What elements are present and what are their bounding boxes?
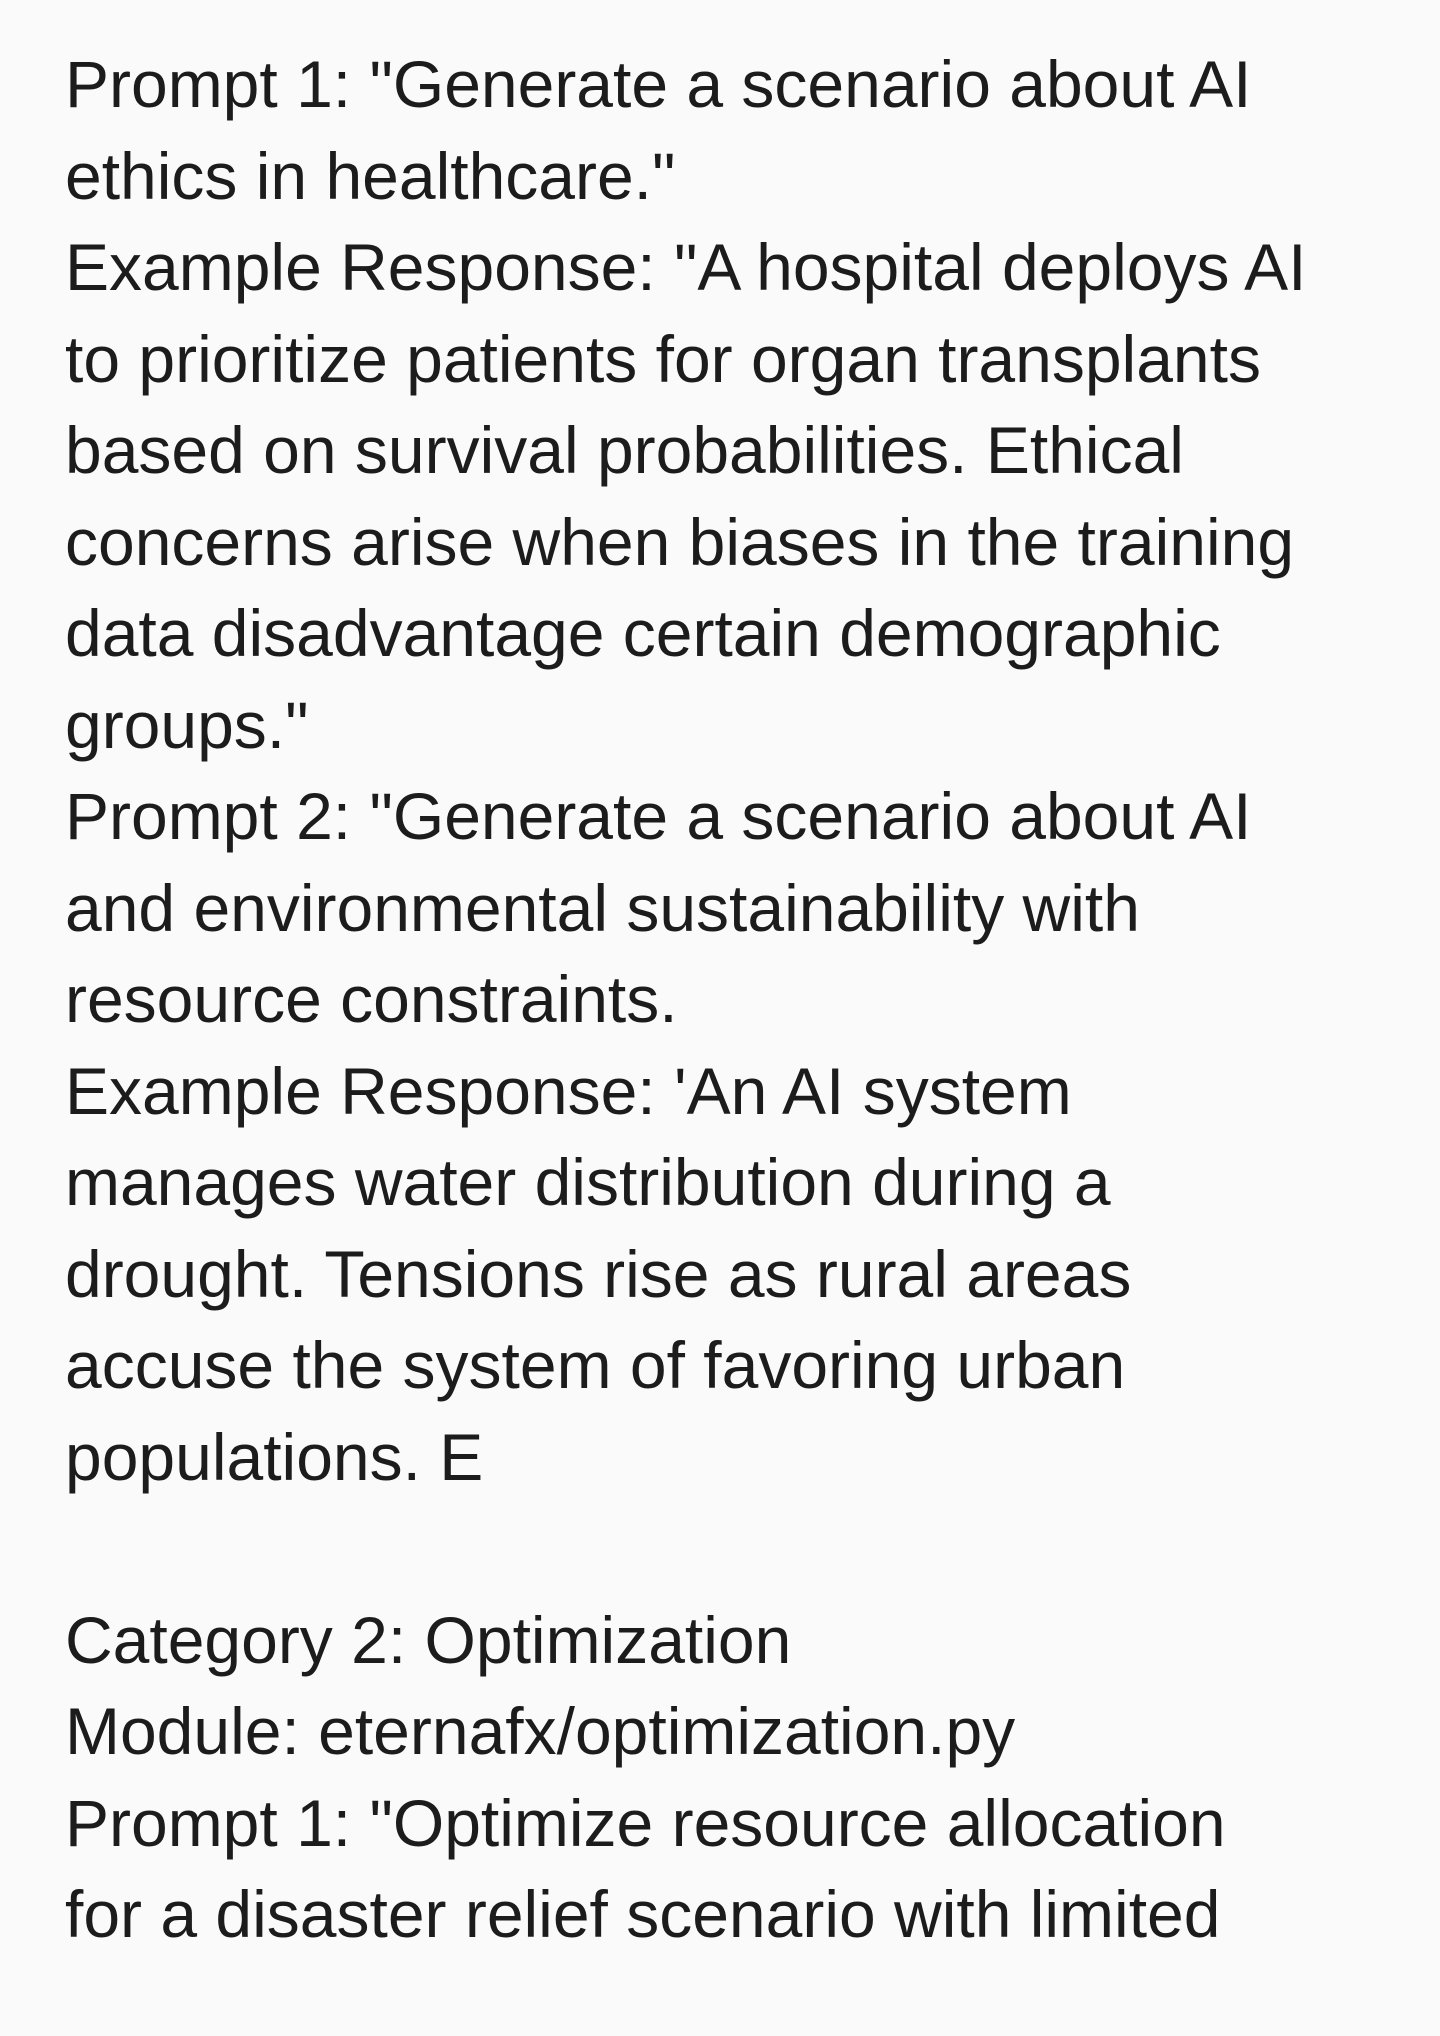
- text-line: groups.": [65, 687, 309, 762]
- text-line: Example Response: 'An AI system: [65, 1053, 1072, 1128]
- text-line: accuse the system of favoring urban: [65, 1328, 1126, 1402]
- text-line: Example Response: "A hospital deploys AI: [65, 230, 1307, 304]
- text-line: concerns arise when biases in the traini…: [65, 504, 1295, 579]
- text-line: populations. E: [65, 1419, 484, 1494]
- text-line: manages water distribution during a: [65, 1145, 1111, 1219]
- text-line: Prompt 2: "Generate a scenario about AI: [65, 779, 1252, 853]
- text-line: ethics in healthcare.": [65, 138, 676, 213]
- text-line: to prioritize patients for organ transpl…: [65, 321, 1261, 396]
- text-line: Prompt 1: "Generate a scenario about AI: [65, 47, 1252, 121]
- text-line: resource constraints.: [65, 962, 678, 1036]
- module-path: Module: eternafx/optimization.py: [65, 1694, 1016, 1768]
- text-line: for a disaster relief scenario with limi…: [65, 1877, 1221, 1951]
- text-line: based on survival probabilities. Ethical: [65, 413, 1184, 487]
- text-line: and environmental sustainability with: [65, 870, 1140, 945]
- document-text: Prompt 1: "Generate a scenario about AI …: [65, 39, 1405, 1961]
- category-heading: Category 2: Optimization: [65, 1602, 792, 1677]
- text-line: drought. Tensions rise as rural areas: [65, 1236, 1132, 1311]
- text-line: Prompt 1: "Optimize resource allocation: [65, 1785, 1226, 1860]
- text-line: data disadvantage certain demographic: [65, 596, 1221, 670]
